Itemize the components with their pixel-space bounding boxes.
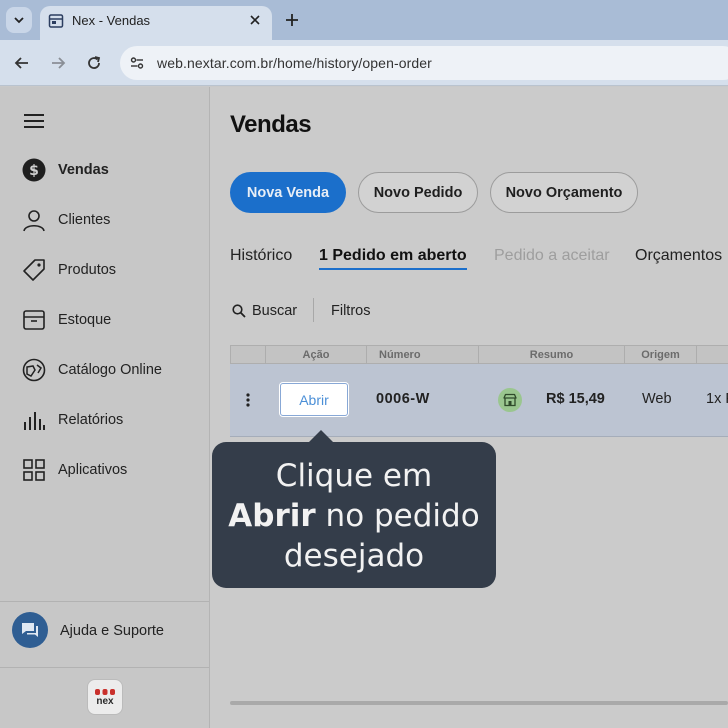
callout-bold: Abrir <box>228 498 316 534</box>
sidebar-item-aplicativos[interactable]: Aplicativos <box>0 448 209 492</box>
callout-line2: no pedido <box>315 498 480 534</box>
order-total: R$ 15,49 <box>546 391 605 407</box>
browser-tabstrip: Nex - Vendas <box>0 0 728 40</box>
sidebar-item-label: Produtos <box>58 262 117 278</box>
plus-icon[interactable] <box>282 10 302 30</box>
forward-arrow-icon[interactable] <box>46 51 70 75</box>
url-text: web.nextar.com.br/home/history/open-orde… <box>157 55 432 71</box>
table-row[interactable]: Abrir 0006-W R$ 15,49 Web 1x P <box>230 364 728 437</box>
nex-logo: nex <box>87 679 123 715</box>
horizontal-scrollbar[interactable] <box>230 701 728 705</box>
chat-icon <box>22 623 38 637</box>
sidebar-divider <box>0 667 209 668</box>
grid-icon <box>22 458 46 482</box>
sidebar-item-label: Vendas <box>58 162 109 178</box>
hamburger-menu-icon[interactable] <box>24 113 44 129</box>
tab-orcamentos[interactable]: Orçamentos <box>635 247 722 265</box>
novo-pedido-button[interactable]: Novo Pedido <box>358 172 478 213</box>
abrir-button[interactable]: Abrir <box>280 383 348 416</box>
back-arrow-icon[interactable] <box>10 51 34 75</box>
tab-historico[interactable]: Histórico <box>230 247 292 265</box>
tutorial-callout: Clique em Abrir no pedido desejado <box>212 430 496 588</box>
person-icon <box>22 208 46 232</box>
order-origin: Web <box>642 391 672 407</box>
nex-logo-mark-icon <box>95 688 115 695</box>
sidebar-item-produtos[interactable]: Produtos <box>0 248 209 292</box>
table-header: Ação Número Resumo Origem <box>230 345 728 364</box>
column-header-acao: Ação <box>265 346 366 364</box>
tab-pedido-a-aceitar[interactable]: Pedido a aceitar <box>494 247 610 265</box>
search-button[interactable]: Buscar <box>232 301 297 321</box>
store-icon <box>498 388 522 412</box>
search-icon <box>232 304 246 318</box>
dollar-circle-icon: $ <box>22 158 46 182</box>
sidebar-item-label: Clientes <box>58 212 111 228</box>
site-settings-icon[interactable] <box>128 54 146 72</box>
browser-toolbar: web.nextar.com.br/home/history/open-orde… <box>0 40 728 86</box>
reload-icon[interactable] <box>82 51 106 75</box>
sidebar-item-label: Catálogo Online <box>58 362 162 378</box>
sidebar-item-relatorios[interactable]: Relatórios <box>0 398 209 442</box>
sidebar-item-vendas[interactable]: $ Vendas <box>0 148 209 192</box>
main-content: Vendas Nova Venda Novo Pedido Novo Orçam… <box>210 87 728 728</box>
logo-text: nex <box>96 695 114 707</box>
sidebar-divider <box>0 601 209 602</box>
sidebar-item-catalogo[interactable]: Catálogo Online <box>0 348 209 392</box>
page-title: Vendas <box>230 111 312 138</box>
box-icon <box>22 308 46 332</box>
novo-orcamento-button[interactable]: Novo Orçamento <box>490 172 638 213</box>
sidebar: $ Vendas Clientes Produtos Estoque Catál… <box>0 87 210 728</box>
store-favicon-icon <box>48 14 64 28</box>
column-header-resumo: Resumo <box>478 346 624 364</box>
sidebar-item-clientes[interactable]: Clientes <box>0 198 209 242</box>
sidebar-item-label: Aplicativos <box>58 462 128 478</box>
filters-button[interactable]: Filtros <box>331 303 370 319</box>
help-chat-button[interactable] <box>12 612 48 648</box>
nova-venda-button[interactable]: Nova Venda <box>230 172 346 213</box>
svg-text:$: $ <box>29 163 39 179</box>
close-icon[interactable] <box>246 11 264 29</box>
chevron-down-icon <box>14 17 24 24</box>
order-quantity: 1x P <box>706 391 728 407</box>
callout-text: Clique em Abrir no pedido desejado <box>212 456 496 576</box>
tab-pedido-em-aberto[interactable]: 1 Pedido em aberto <box>319 247 467 270</box>
more-options-icon[interactable] <box>242 390 254 410</box>
help-label[interactable]: Ajuda e Suporte <box>60 623 164 639</box>
column-header-numero: Número <box>366 346 478 364</box>
browser-tab-active[interactable]: Nex - Vendas <box>40 6 272 40</box>
column-header-more <box>696 346 728 364</box>
order-number: 0006-W <box>376 391 430 407</box>
tab-title: Nex - Vendas <box>72 13 151 28</box>
callout-line3: desejado <box>283 538 425 574</box>
catalog-icon <box>22 358 46 382</box>
column-header-origem: Origem <box>624 346 696 364</box>
search-label: Buscar <box>252 303 298 319</box>
sidebar-item-label: Relatórios <box>58 412 124 428</box>
toolbar-divider <box>313 298 314 322</box>
tab-search-button[interactable] <box>6 7 32 33</box>
sidebar-item-estoque[interactable]: Estoque <box>0 298 209 342</box>
callout-line1: Clique em <box>275 458 433 494</box>
address-bar[interactable]: web.nextar.com.br/home/history/open-orde… <box>120 46 728 80</box>
bar-chart-icon <box>22 408 46 432</box>
app-container: $ Vendas Clientes Produtos Estoque Catál… <box>0 87 728 728</box>
sidebar-item-label: Estoque <box>58 312 112 328</box>
tag-icon <box>22 258 46 282</box>
